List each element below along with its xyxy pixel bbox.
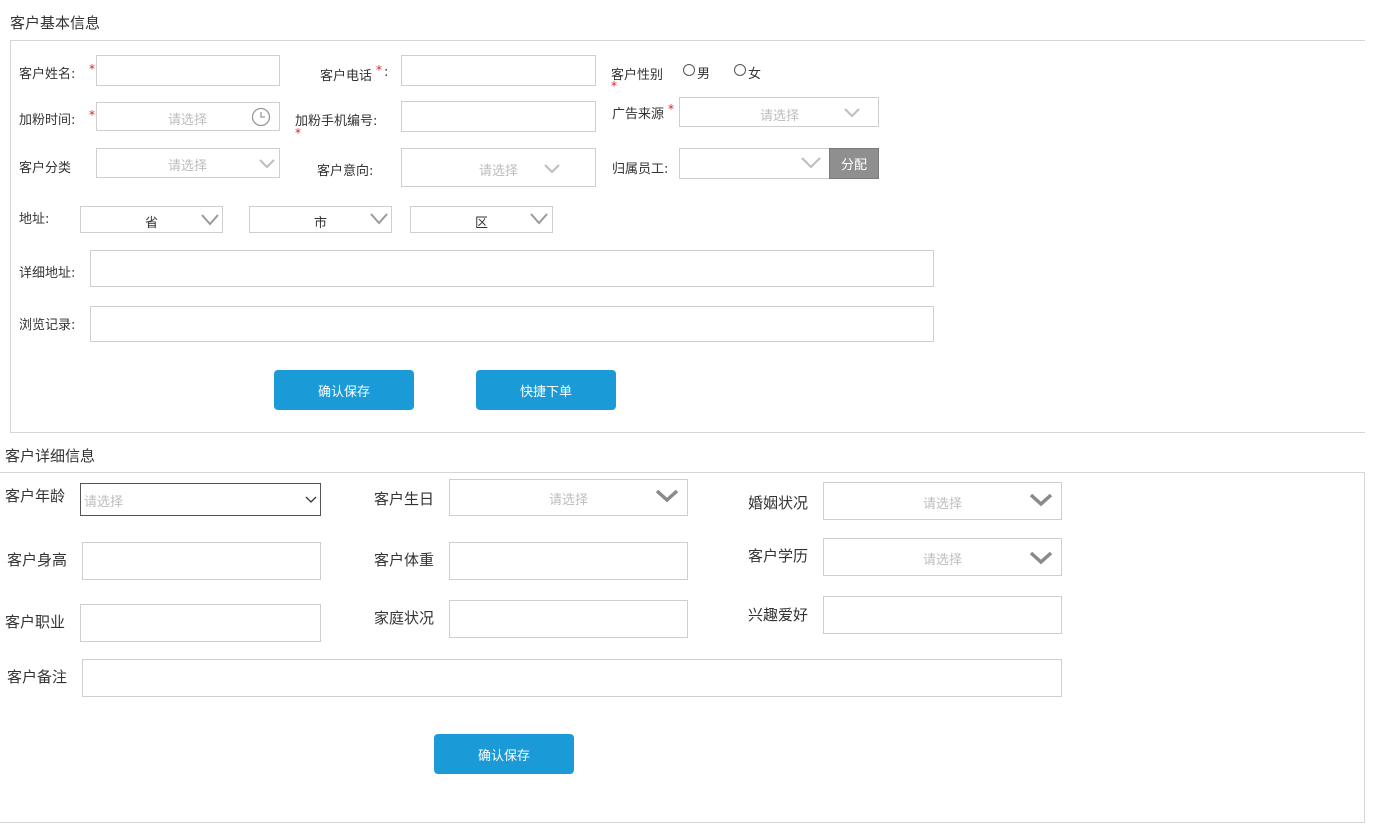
birthday-placeholder: 请选择: [549, 493, 589, 508]
chevron-down-icon: [259, 159, 275, 169]
required-mark: *: [295, 126, 301, 140]
required-mark: *: [89, 62, 95, 76]
add-time-placeholder: 请选择: [168, 113, 208, 128]
hobby-input[interactable]: [823, 596, 1062, 634]
height-label: 客户身高: [7, 551, 68, 569]
clock-icon: [251, 107, 271, 127]
height-input[interactable]: [82, 542, 321, 580]
save-button[interactable]: 确认保存: [274, 370, 414, 410]
add-phone-no-label: 加粉手机编号:: [295, 114, 378, 129]
chevron-down-icon: [544, 164, 560, 174]
age-label: 客户年龄: [5, 487, 66, 505]
required-mark: *: [668, 102, 674, 116]
category-placeholder: 请选择: [168, 159, 208, 174]
browse-history-label: 浏览记录:: [19, 318, 76, 333]
job-label: 客户职业: [5, 613, 66, 631]
province-select[interactable]: 省: [80, 206, 223, 233]
education-label: 客户学历: [748, 547, 809, 565]
intent-select[interactable]: 请选择: [401, 148, 596, 187]
customer-phone-input[interactable]: [401, 55, 596, 86]
phone-label: 客户电话: [320, 69, 373, 84]
age-placeholder: 请选择: [84, 495, 124, 510]
basic-info-title: 客户基本信息: [10, 14, 101, 32]
owner-select[interactable]: [679, 148, 830, 179]
gender-label: 客户性别: [611, 68, 664, 83]
hobby-label: 兴趣爱好: [748, 606, 809, 624]
required-mark: *: [89, 108, 95, 122]
ad-source-label: 广告来源: [612, 107, 665, 122]
add-time-picker[interactable]: 请选择: [96, 102, 280, 131]
phone-label-colon: :: [384, 65, 389, 80]
family-label: 家庭状况: [374, 609, 435, 627]
chevron-down-icon: [1029, 551, 1053, 565]
chevron-down-icon: [844, 108, 860, 118]
add-phone-no-input[interactable]: [401, 101, 596, 132]
name-label: 客户姓名:: [19, 67, 76, 82]
add-time-label: 加粉时间:: [19, 113, 76, 128]
remark-label: 客户备注: [7, 668, 68, 686]
gender-female-label[interactable]: 女: [748, 63, 761, 82]
weight-label: 客户体重: [374, 551, 435, 569]
detail-address-label: 详细地址:: [19, 266, 76, 281]
weight-input[interactable]: [449, 542, 688, 580]
category-select[interactable]: 请选择: [96, 148, 280, 178]
birthday-label: 客户生日: [374, 490, 435, 508]
education-placeholder: 请选择: [923, 553, 963, 568]
remark-input[interactable]: [82, 659, 1062, 697]
assign-button[interactable]: 分配: [829, 148, 879, 179]
detail-info-panel: [0, 472, 1365, 823]
job-input[interactable]: [80, 604, 321, 642]
marital-placeholder: 请选择: [923, 497, 963, 512]
age-select[interactable]: 请选择: [80, 483, 321, 516]
province-value: 省: [145, 216, 159, 231]
required-mark: *: [611, 79, 617, 93]
quick-order-button[interactable]: 快捷下单: [476, 370, 616, 410]
marital-label: 婚姻状况: [748, 494, 809, 512]
required-mark: *: [376, 63, 382, 77]
family-input[interactable]: [449, 600, 688, 638]
ad-source-placeholder: 请选择: [760, 109, 800, 124]
marital-select[interactable]: 请选择: [823, 482, 1062, 520]
browse-history-input[interactable]: [90, 306, 934, 342]
gender-female-radio[interactable]: [734, 64, 746, 76]
gender-male-label[interactable]: 男: [697, 63, 710, 82]
detail-info-title: 客户详细信息: [5, 447, 96, 465]
chevron-down-icon: [201, 214, 219, 226]
chevron-down-icon: [305, 496, 317, 503]
ad-source-select[interactable]: 请选择: [679, 97, 879, 127]
detail-address-input[interactable]: [90, 250, 934, 287]
chevron-down-icon: [370, 213, 388, 225]
district-select[interactable]: 区: [410, 206, 553, 233]
address-label: 地址:: [19, 212, 50, 227]
owner-label: 归属员工:: [612, 162, 669, 177]
chevron-down-icon: [801, 157, 821, 169]
intent-label: 客户意向:: [317, 164, 374, 179]
category-label: 客户分类: [19, 161, 72, 176]
chevron-down-icon: [1029, 493, 1053, 507]
intent-placeholder: 请选择: [479, 164, 519, 179]
detail-save-button[interactable]: 确认保存: [434, 734, 574, 774]
chevron-down-icon: [655, 489, 679, 503]
customer-name-input[interactable]: [96, 55, 280, 86]
education-select[interactable]: 请选择: [823, 538, 1062, 576]
city-value: 市: [314, 216, 328, 231]
birthday-select[interactable]: 请选择: [449, 479, 688, 516]
city-select[interactable]: 市: [249, 206, 392, 233]
district-value: 区: [475, 216, 489, 231]
chevron-down-icon: [530, 213, 548, 225]
gender-male-radio[interactable]: [683, 64, 695, 76]
